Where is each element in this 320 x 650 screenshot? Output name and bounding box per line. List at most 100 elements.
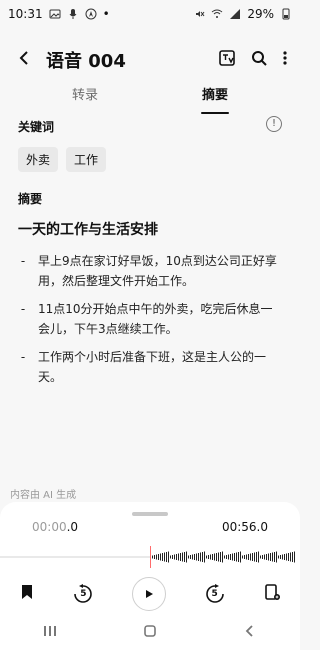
playhead[interactable]: [150, 546, 151, 568]
waveform-bar: [276, 551, 277, 563]
waveform-bar: [248, 554, 249, 560]
waveform-bar: [152, 555, 153, 559]
waveform-bar: [218, 552, 219, 562]
waveform-bar: [192, 554, 193, 560]
waveform-bar: [278, 555, 279, 559]
tab-transcript[interactable]: 转录: [20, 84, 150, 108]
mute-icon: [193, 8, 205, 20]
waveform-bar: [226, 555, 227, 559]
waveform-bar: [264, 554, 265, 560]
search-icon[interactable]: [250, 49, 268, 71]
waveform-bar: [190, 555, 191, 559]
waveform-bar: [270, 553, 271, 561]
dot-notification-icon: •: [102, 7, 110, 21]
waveform-bar: [272, 552, 273, 562]
bullet-item: - 早上9点在家订好早饭，10点到达公司正好享用，然后整理文件开始工作。: [18, 251, 282, 291]
waveform-bar: [182, 552, 183, 562]
waveform-bar: [232, 553, 233, 561]
waveform-bar: [222, 551, 223, 563]
waveform-bar: [240, 551, 241, 563]
status-left: 10:31 •: [8, 7, 110, 21]
waveform-bar: [178, 553, 179, 561]
waveform-bar: [168, 551, 169, 563]
app-header: 语音 004: [0, 42, 300, 78]
info-icon[interactable]: !: [266, 116, 282, 132]
back-nav-icon[interactable]: [242, 623, 258, 643]
waveform-bar: [208, 555, 209, 559]
waveform-bar: [224, 555, 225, 559]
wifi-icon: [211, 8, 223, 20]
waveform-bar: [266, 554, 267, 560]
current-time: 00:00.0: [32, 520, 78, 540]
system-nav-bar: [0, 616, 300, 650]
waveform-bar: [234, 553, 235, 561]
waveform-bar: [160, 553, 161, 561]
signal-icon: [229, 8, 241, 20]
page-title: 语音 004: [46, 51, 126, 72]
bullet-text: 工作两个小时后准备下班，这是主人公的一天。: [38, 350, 267, 384]
tabs: 转录 摘要: [0, 84, 300, 108]
waveform-bar: [154, 555, 155, 559]
waveform-bar: [246, 554, 247, 560]
play-button[interactable]: [131, 577, 166, 611]
waveform-bar: [230, 554, 231, 560]
keyword-chip[interactable]: 外卖: [18, 147, 59, 172]
waveform-bar: [170, 555, 171, 559]
bookmark-icon[interactable]: [19, 583, 35, 605]
waveform-bar: [252, 553, 253, 561]
drag-handle[interactable]: [132, 512, 168, 516]
keyword-chips: 外卖 工作: [18, 147, 282, 172]
forward-seconds: 5: [211, 589, 218, 599]
waveform-bar: [280, 555, 281, 559]
bullet-dash: -: [20, 302, 26, 316]
waveform-bar: [158, 554, 159, 560]
waveform-bar: [244, 555, 245, 559]
bullet-text: 早上9点在家订好早饭，10点到达公司正好享用，然后整理文件开始工作。: [38, 254, 277, 288]
recents-icon[interactable]: [42, 623, 58, 643]
waveform-bar: [198, 553, 199, 561]
waveform-bar: [294, 551, 295, 563]
translate-icon[interactable]: [218, 49, 236, 71]
bullet-item: - 11点10分开始点中午的外卖，吃完后休息一会儿，下午3点继续工作。: [18, 299, 282, 339]
waveform-bar: [258, 551, 259, 563]
battery-icon: [280, 8, 292, 20]
waveform-bar: [260, 555, 261, 559]
waveform-bar: [162, 553, 163, 561]
summary-bullets: - 早上9点在家订好早饭，10点到达公司正好享用，然后整理文件开始工作。 - 1…: [18, 251, 282, 387]
bullet-dash: -: [20, 254, 26, 268]
waveform-bar: [268, 553, 269, 561]
forward-button[interactable]: 5: [204, 583, 226, 605]
waveform-bar: [256, 552, 257, 562]
waveform-bar: [242, 555, 243, 559]
home-icon[interactable]: [142, 623, 158, 643]
add-bookmark-icon[interactable]: [263, 583, 281, 605]
waveform-bar: [236, 552, 237, 562]
more-icon[interactable]: [282, 49, 288, 71]
header-actions: [218, 49, 288, 71]
waveform-bar: [174, 554, 175, 560]
waveform-bar: [220, 552, 221, 562]
tab-summary[interactable]: 摘要: [150, 84, 280, 108]
summary-label: 摘要: [18, 192, 43, 206]
waveform-bar: [290, 552, 291, 562]
current-time-fraction: .0: [66, 520, 79, 534]
status-bar: 10:31 • 29%: [0, 0, 300, 28]
waveform-bar: [238, 552, 239, 562]
waveform-bar: [194, 554, 195, 560]
play-icon: [145, 590, 153, 598]
waveform-bar: [202, 552, 203, 562]
rewind-button[interactable]: 5: [72, 583, 94, 605]
waveform-bar: [172, 555, 173, 559]
back-button[interactable]: [12, 48, 36, 72]
keyword-chip[interactable]: 工作: [66, 147, 107, 172]
rewind-seconds: 5: [80, 589, 87, 599]
bullet-dash: -: [20, 350, 26, 364]
waveform-bar: [176, 554, 177, 560]
waveform-bar: [186, 551, 187, 563]
player-controls: 5 5: [0, 574, 300, 614]
compass-notification-icon: [85, 8, 97, 20]
waveform-bar: [206, 555, 207, 559]
summary-content: 关键词 ! 外卖 工作 摘要 一天的工作与生活安排 - 早上9点在家订好早饭，1…: [18, 116, 282, 395]
waveform-bar: [196, 553, 197, 561]
waveform-bar: [228, 554, 229, 560]
